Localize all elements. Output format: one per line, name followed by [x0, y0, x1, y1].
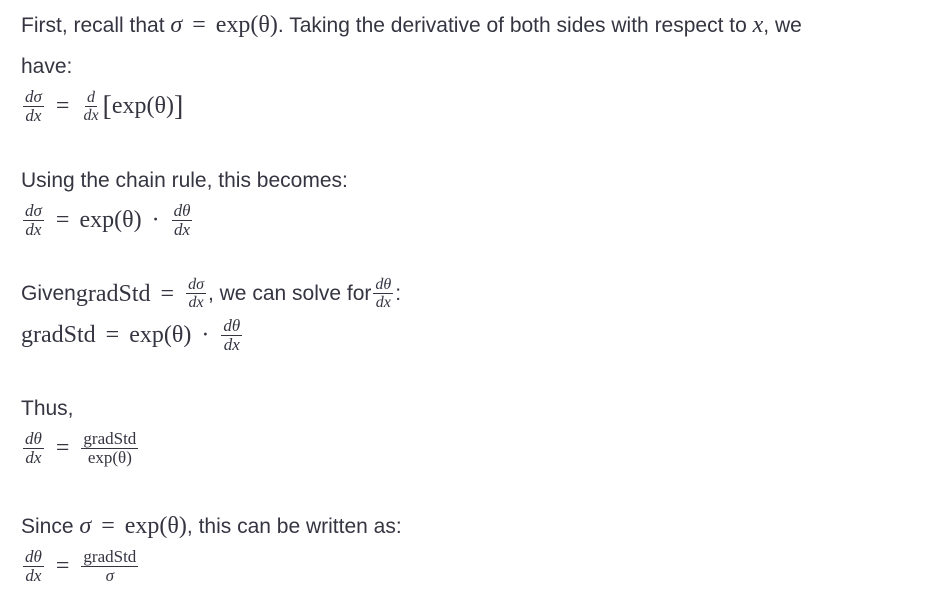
math-sigma: σ: [79, 513, 92, 539]
fraction-dtheta-dx: dθ dx: [221, 316, 243, 354]
text: , this can be written as:: [186, 515, 402, 538]
bracket-close: ]: [174, 90, 184, 122]
equals-sign: =: [55, 435, 70, 461]
denominator: dx: [83, 107, 99, 124]
paragraph-given: Given gradStd = dσ dx , we can solve for …: [21, 276, 401, 311]
text: , we: [763, 14, 802, 37]
equation-5: dθ dx = gradStd σ: [21, 548, 140, 585]
math-x: x: [752, 12, 764, 38]
paragraph-since: Since σ = exp(θ), this can be written as:: [21, 512, 402, 541]
equation-1: dσ dx = d dx [exp(θ)]: [21, 88, 183, 125]
exp-theta: exp(θ): [111, 93, 175, 119]
equals-sign: =: [105, 322, 120, 348]
math-sigma: σ: [170, 12, 183, 38]
fraction-dtheta-dx: dθ dx: [23, 548, 44, 585]
equation-2: dσ dx = exp(θ) · dθ dx: [21, 202, 194, 239]
text: Given: [21, 281, 76, 305]
math-exp-theta: exp(θ): [124, 513, 187, 539]
paragraph-intro-line-1: First, recall that σ = exp(θ). Taking the …: [21, 11, 802, 40]
text: have:: [21, 55, 73, 78]
fraction-d-dx: d dx: [81, 89, 100, 124]
numerator: gradStd: [81, 429, 139, 449]
paragraph-intro-line-2: have:: [21, 53, 72, 81]
equals-sign: =: [55, 93, 70, 119]
denominator: exp(θ): [87, 448, 132, 467]
equals-sign: =: [55, 553, 70, 579]
numerator: dθ: [373, 276, 394, 294]
numerator: dσ: [23, 87, 44, 107]
fraction-dtheta-dx: dθ dx: [373, 276, 394, 311]
text: Since: [21, 515, 80, 538]
denominator: σ: [105, 566, 115, 585]
equals-sign: =: [55, 207, 70, 233]
equation-4: dθ dx = gradStd exp(θ): [21, 430, 140, 467]
text: . Taking the derivative of both sides wi…: [277, 14, 753, 37]
numerator: dθ: [23, 547, 44, 567]
math-equals: =: [160, 280, 175, 307]
bracket-open: [: [102, 90, 112, 122]
math-exp-theta: exp(θ): [215, 12, 278, 38]
paragraph-thus: Thus,: [21, 395, 74, 423]
fraction-dsigma-dx: dσ dx: [186, 276, 206, 311]
math-equals: =: [192, 12, 206, 38]
numerator: dθ: [221, 316, 243, 336]
fraction-dtheta-dx: dθ dx: [23, 430, 44, 467]
math-gradstd: gradStd: [75, 280, 151, 307]
numerator: dθ: [23, 429, 44, 449]
text: Using the chain rule, this becomes:: [21, 169, 348, 192]
denominator: dx: [25, 448, 42, 467]
numerator: dσ: [186, 276, 206, 294]
exp-theta: exp(θ): [129, 322, 192, 348]
denominator: dx: [223, 335, 240, 354]
dot-operator: ·: [151, 207, 160, 233]
numerator: gradStd: [81, 547, 139, 567]
denominator: dx: [188, 294, 204, 311]
text: First, recall that: [21, 14, 171, 37]
fraction-dsigma-dx: dσ dx: [23, 202, 44, 239]
fraction-gradstd-sigma: gradStd σ: [81, 547, 139, 585]
denominator: dx: [375, 294, 391, 311]
math-equals: =: [101, 513, 115, 539]
exp-theta: exp(θ): [79, 207, 142, 233]
gradstd: gradStd: [21, 322, 96, 348]
numerator: dθ: [171, 201, 193, 221]
text: :: [395, 281, 402, 305]
equation-3: gradStd = exp(θ) · dθ dx: [21, 317, 244, 354]
fraction-gradstd-exp: gradStd exp(θ): [81, 429, 139, 467]
denominator: dx: [25, 106, 42, 125]
denominator: dx: [173, 220, 191, 239]
fraction-dsigma-dx: dσ dx: [23, 88, 44, 125]
text: Thus,: [21, 397, 74, 420]
numerator: dσ: [23, 201, 44, 221]
text: , we can solve for: [207, 281, 372, 305]
numerator: d: [84, 89, 97, 107]
denominator: dx: [25, 220, 42, 239]
fraction-dtheta-dx: dθ dx: [171, 201, 193, 239]
paragraph-chain-rule: Using the chain rule, this becomes:: [21, 167, 348, 195]
dot-operator: ·: [201, 322, 210, 348]
denominator: dx: [25, 566, 42, 585]
